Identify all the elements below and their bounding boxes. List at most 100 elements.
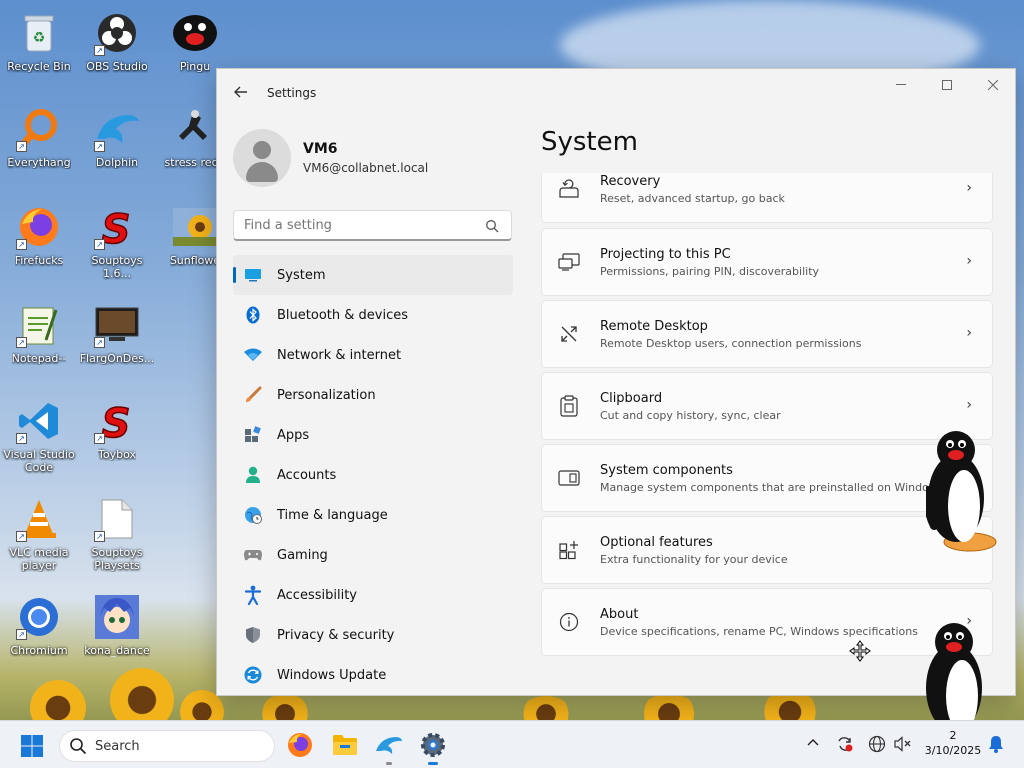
nav-item-bluetooth[interactable]: Bluetooth & devices [233, 295, 513, 335]
desktop-icon-label: Sunflowe [169, 254, 221, 267]
desktop-icon-pingu[interactable]: Pingu [157, 10, 233, 73]
desktop-icon-souptoys[interactable]: S ↗ Souptoys 1.6... [79, 204, 155, 280]
svg-text:♻: ♻ [33, 30, 46, 46]
nav-item-label: Privacy & security [277, 627, 395, 643]
desktop-icon-toybox[interactable]: S ↗ Toybox [79, 398, 155, 461]
nav-item-windows-update[interactable]: Windows Update [233, 655, 513, 695]
souptoys-icon: S ↗ [94, 204, 140, 250]
window-title: Settings [267, 86, 317, 100]
globe-clock-icon [243, 505, 263, 525]
obs-icon: ↗ [94, 10, 140, 56]
vscode-icon: ↗ [16, 398, 62, 444]
nav-item-apps[interactable]: Apps [233, 415, 513, 455]
desktop-icon-label: Souptoys 1.6... [91, 254, 143, 280]
chevron-right-icon: › [966, 325, 972, 341]
desktop-icon-firefucks[interactable]: ↗ Firefucks [1, 204, 77, 267]
stress-reduction-icon [172, 106, 218, 152]
close-button[interactable] [970, 69, 1015, 101]
chevron-up-icon[interactable] [806, 736, 820, 750]
desktop-icon-label: Pingu [179, 60, 211, 73]
nav-item-label: Personalization [277, 387, 376, 403]
nav-item-personalization[interactable]: Personalization [233, 375, 513, 415]
remote-desktop-icon [558, 323, 580, 345]
desktop-icon-everythang[interactable]: ↗ Everythang [1, 106, 77, 169]
optional-features-icon [558, 539, 580, 561]
nav-item-label: Time & language [277, 507, 388, 523]
firefox-icon: ↗ [16, 204, 62, 250]
sync-icon[interactable] [836, 735, 854, 753]
desktop-icon-obs[interactable]: ↗ OBS Studio [79, 10, 155, 73]
nav-item-label: Accessibility [277, 587, 357, 603]
apps-icon [243, 425, 263, 445]
wifi-icon [243, 345, 263, 365]
desktop-icon-souptoys-playsets[interactable]: ↗ Souptoys Playsets [79, 496, 155, 572]
card-title: Optional features [600, 534, 713, 550]
title-bar[interactable]: Settings [217, 69, 1015, 117]
desktop-icon-flarg[interactable]: ↗ FlargOnDes... [79, 302, 155, 365]
settings-nav: System Bluetooth & devices Network & int… [233, 255, 513, 695]
card-title: Projecting to this PC [600, 246, 731, 262]
find-setting-input[interactable] [233, 210, 512, 241]
avatar [233, 129, 291, 187]
taskbar-firefox[interactable] [286, 731, 314, 759]
nav-item-gaming[interactable]: Gaming [233, 535, 513, 575]
desktop-icon-vlc[interactable]: ↗ VLC media player [1, 496, 77, 572]
taskbar-clock[interactable]: 2 3/10/2025 [921, 728, 985, 758]
notepad-icon: ↗ [16, 302, 62, 348]
desktop-icon-notepad[interactable]: ↗ Notepad-- [1, 302, 77, 365]
taskbar-dolphin[interactable] [375, 731, 403, 765]
volume-muted-icon[interactable] [894, 736, 912, 752]
nav-item-accounts[interactable]: Accounts [233, 455, 513, 495]
clock-time: 2 [949, 729, 957, 742]
card-title: About [600, 606, 639, 622]
desktop-icon-label: Souptoys Playsets [91, 546, 143, 572]
card-projecting[interactable]: Projecting to this PC Permissions, pairin… [541, 228, 993, 296]
nav-item-label: Gaming [277, 547, 328, 563]
system-icon [243, 265, 263, 285]
desktop-icon-vscode[interactable]: ↗ Visual Studio Code [1, 398, 77, 474]
profile-name: VM6 [303, 141, 338, 157]
taskbar-file-explorer[interactable] [331, 731, 359, 759]
desktop-icon-label: Recycle Bin [7, 60, 71, 73]
nav-item-accessibility[interactable]: Accessibility [233, 575, 513, 615]
gear-icon [421, 733, 445, 757]
card-remote-desktop[interactable]: Remote Desktop Remote Desktop users, conn… [541, 300, 993, 368]
update-icon [243, 665, 263, 685]
nav-item-label: System [277, 267, 326, 283]
desktop-icon-label: Visual Studio Code [3, 448, 75, 474]
desktop-icon-dolphin[interactable]: ↗ Dolphin [79, 106, 155, 169]
page-title: System [541, 127, 638, 157]
chevron-right-icon: › [966, 180, 972, 196]
chromium-icon: ↗ [16, 594, 62, 640]
desktop-icon-label: VLC media player [9, 546, 69, 572]
taskbar-search[interactable]: Search [59, 730, 275, 762]
brush-icon [243, 385, 263, 405]
chevron-right-icon: › [966, 397, 972, 413]
desktop-icon-label: Toybox [98, 448, 136, 461]
desktop-icon-kona-dance[interactable]: kona_dance [79, 594, 155, 657]
card-recovery[interactable]: Recovery Reset, advanced startup, go back… [541, 173, 993, 223]
globe-icon[interactable] [868, 735, 886, 753]
back-arrow-icon[interactable] [231, 82, 251, 102]
recycle-bin-icon: ♻ [16, 10, 62, 56]
clock-date: 3/10/2025 [924, 744, 982, 757]
pingu-overlay-icon [926, 431, 997, 552]
desktop-icon-recycle-bin[interactable]: ♻ Recycle Bin [1, 10, 77, 73]
minimize-icon [896, 84, 906, 85]
taskbar-search-label: Search [95, 738, 140, 754]
card-title: Remote Desktop [600, 318, 708, 334]
taskbar-settings[interactable] [419, 731, 447, 765]
desktop-icon-chromium[interactable]: ↗ Chromium [1, 594, 77, 657]
minimize-button[interactable] [878, 69, 924, 101]
desktop-icon-label: kona_dance [84, 644, 150, 657]
user-profile[interactable]: VM6 VM6@collabnet.local [233, 129, 428, 187]
maximize-button[interactable] [924, 69, 970, 101]
nav-item-time-language[interactable]: Time & language [233, 495, 513, 535]
nav-item-network[interactable]: Network & internet [233, 335, 513, 375]
notification-bell-icon[interactable] [988, 735, 1004, 753]
nav-item-privacy-security[interactable]: Privacy & security [233, 615, 513, 655]
gamepad-icon [243, 545, 263, 565]
windows-start-icon[interactable] [20, 734, 44, 758]
card-subtitle: Manage system components that are preins… [600, 480, 944, 494]
nav-item-system[interactable]: System [233, 255, 513, 295]
